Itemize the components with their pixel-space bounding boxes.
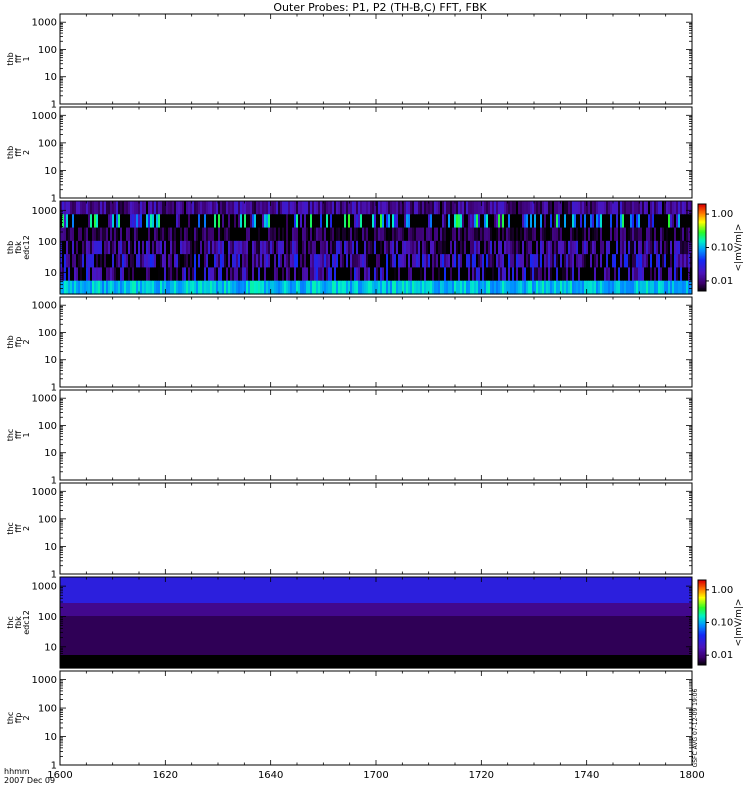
colorbar-tick-label: 0.01 <box>711 276 733 287</box>
y-tick-label: 100 <box>38 138 57 149</box>
panel-4: 1000100101thb ffp 2 <box>6 296 693 394</box>
y-tick-label: 1000 <box>32 582 57 593</box>
side-annotation: GSFC AVG 07-12-09 19:06 <box>692 688 699 767</box>
panel-label-line: 2 <box>22 715 31 720</box>
panel-8: 1000100101thc ffp 2 <box>6 670 693 772</box>
panel-frame <box>59 482 693 575</box>
y-tick-label: 1000 <box>32 206 57 217</box>
y-tick-label: 1000 <box>32 394 57 405</box>
panel-label-line: 1 <box>22 56 31 61</box>
panels: 1000100101thb fff 11000100101thb fff 21.000.… <box>6 13 744 772</box>
y-tick-label: 1 <box>51 100 57 111</box>
figure-title: Outer Probes: P1, P2 (TH-B,C) FFT, FBK <box>273 1 487 14</box>
colorbar-3: 1.00 0.10 0.01<|mV/m|> <box>697 203 744 292</box>
panel-1: 1000100101thb fff 1 <box>6 13 693 111</box>
panel-5: 1000100101thc fff 1 <box>6 389 693 487</box>
y-tick-label: 10 <box>44 355 57 366</box>
y-tick-label: 100 <box>38 421 57 432</box>
y-tick-label: 100 <box>38 704 57 715</box>
y-tick-label: 1000 <box>32 487 57 498</box>
y-tick-label: 1000 <box>32 18 57 29</box>
y-tick-label: 1000 <box>32 111 57 122</box>
panel-2: 1000100101thb fff 2 <box>6 106 693 205</box>
spectrogram-band <box>60 590 692 604</box>
panel-frame <box>59 296 693 388</box>
x-tick-label: 1800 <box>679 770 704 781</box>
x-tick-label: 1700 <box>363 770 388 781</box>
spectrogram-band <box>60 603 692 617</box>
time-axis-label: hhmm <box>4 767 30 776</box>
figure: Outer Probes: P1, P2 (TH-B,C) FFT, FBK 1… <box>4 1 744 785</box>
y-tick-label: 100 <box>38 237 57 248</box>
spectrogram-3 <box>60 201 693 295</box>
panel-3: 1.000.100.01<|mV/m|>100010010thb fbk edc12 <box>6 200 744 295</box>
spectrogram-7 <box>60 577 692 669</box>
panel-label-line: edc12 <box>22 235 31 260</box>
y-tick-label: 1 <box>51 383 57 394</box>
time-axis: 1600 1620 1640 1700 1720 1740 1800GSFC AVG 07-… <box>47 688 704 781</box>
colorbar-label: <|mV/m|> <box>734 599 744 647</box>
y-tick-label: 10 <box>44 448 57 459</box>
panel-label-line: 2 <box>22 339 31 344</box>
spectrogram-band <box>60 629 692 643</box>
y-tick-label: 1 <box>51 476 57 487</box>
spectrogram-band <box>60 642 692 656</box>
colorbar-tick-label: 0.10 <box>711 618 733 629</box>
colorbar-label: <|mV/m|> <box>734 224 744 272</box>
x-tick-label: 1640 <box>258 770 283 781</box>
y-tick-label: 10 <box>44 732 57 743</box>
y-tick-label: 1000 <box>32 301 57 312</box>
panel-frame <box>59 106 693 199</box>
panel-label-line: edc12 <box>22 610 31 635</box>
x-tick-label: 1620 <box>153 770 178 781</box>
panel-7: 1.000.100.01<|mV/m|>100010010thc fbk edc12 <box>6 576 744 669</box>
x-tick-label: 1720 <box>469 770 494 781</box>
y-tick-label: 10 <box>44 542 57 553</box>
colorbar-tick-label: 1.00 <box>711 585 733 596</box>
panel-label-line: 2 <box>22 526 31 531</box>
y-tick-label: 10 <box>44 268 57 279</box>
colorbar-tick-label: 0.10 <box>711 243 733 254</box>
y-tick-label: 100 <box>38 514 57 525</box>
panel-frame <box>59 389 693 481</box>
y-tick-label: 1 <box>51 570 57 581</box>
panel-label-line: 1 <box>22 432 31 437</box>
date-label: 2007 Dec 09 <box>4 776 55 785</box>
colorbar-tick-label: 0.01 <box>711 650 733 661</box>
y-tick-label: 10 <box>44 166 57 177</box>
y-tick-label: 10 <box>44 72 57 83</box>
y-tick-label: 1 <box>51 194 57 205</box>
colorbar-7: 1.00 0.10 0.01<|mV/m|> <box>697 579 744 666</box>
panel-frame <box>59 670 693 766</box>
panel-6: 1000100101thc fff 2 <box>6 482 693 581</box>
y-tick-label: 10 <box>44 642 57 653</box>
panel-frame <box>59 13 693 105</box>
y-tick-label: 1000 <box>32 675 57 686</box>
y-tick-label: 100 <box>38 328 57 339</box>
y-tick-label: 100 <box>38 612 57 623</box>
spectrogram-band <box>60 616 692 630</box>
panel-label-line: 2 <box>22 150 31 155</box>
x-tick-label: 1740 <box>574 770 599 781</box>
y-tick-label: 100 <box>38 45 57 56</box>
colorbar-tick-label: 1.00 <box>711 209 733 220</box>
